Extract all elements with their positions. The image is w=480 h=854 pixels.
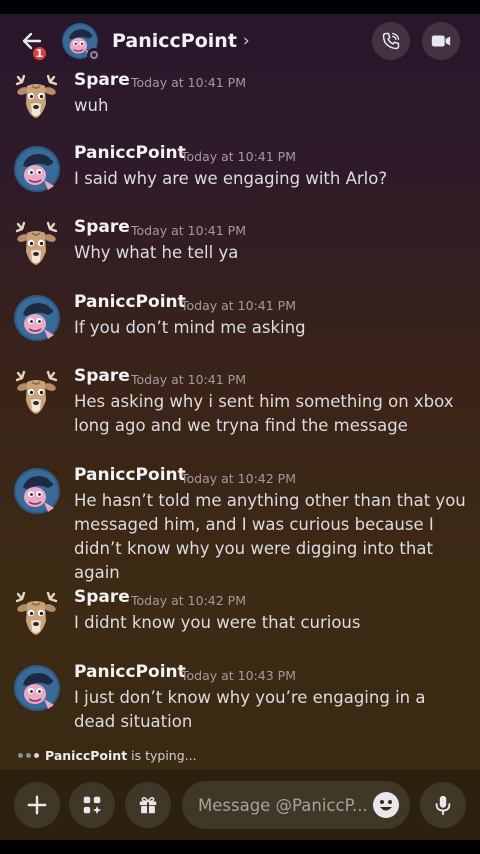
message-text: I didnt know you were that curious [74,613,361,632]
video-call-button[interactable] [422,22,460,60]
message-author[interactable]: Spare [74,587,130,607]
message-text: Why what he tell ya [74,243,239,262]
message-text: He hasn’t told me anything other than th… [74,491,466,582]
message-author[interactable]: PaniccPoint [74,465,186,485]
typing-user: PaniccPoint [45,748,128,763]
message-text: I said why are we engaging with Arlo? [74,169,388,188]
typing-suffix: is typing... [127,748,197,763]
message-timestamp: Today at 10:41 PM [131,372,246,387]
typing-indicator: PaniccPoint is typing... [18,748,197,763]
message-author[interactable]: Spare [74,70,130,90]
message-timestamp: Today at 10:41 PM [131,75,246,90]
message-text: Hes asking why i sent him something on x… [74,392,454,435]
spare-avatar[interactable] [14,591,60,637]
apps-icon [83,796,102,815]
offline-status-icon [87,48,101,62]
paniccpoint-avatar[interactable] [14,665,60,711]
message-timestamp: Today at 10:42 PM [181,471,296,486]
message-text: If you don’t mind me asking [74,318,306,337]
typing-dots-icon [18,753,39,758]
message-input[interactable] [198,795,368,815]
message-author[interactable]: PaniccPoint [74,143,186,163]
gift-button[interactable] [125,782,171,828]
message-text: wuh [74,96,109,115]
message-author[interactable]: PaniccPoint [74,292,186,312]
attach-button[interactable] [14,782,60,828]
header-title: PaniccPoint [112,30,237,52]
gift-icon [139,796,157,814]
chat-header: 1 PaniccPoint › [0,14,480,68]
voice-call-button[interactable] [372,22,410,60]
chevron-right-icon: › [242,31,250,51]
paniccpoint-avatar[interactable] [14,146,60,192]
unread-badge: 1 [31,45,48,62]
message-author[interactable]: Spare [74,217,130,237]
spare-avatar[interactable] [14,74,60,120]
spare-avatar[interactable] [14,370,60,416]
message-composer [0,770,480,840]
system-nav-bar [0,840,480,854]
message-timestamp: Today at 10:43 PM [181,668,296,683]
message-input-wrapper[interactable] [182,781,410,829]
apps-button[interactable] [69,782,115,828]
microphone-icon [435,795,451,816]
emoji-icon[interactable] [372,791,400,819]
spare-avatar[interactable] [14,221,60,267]
plus-icon [27,795,47,815]
message-timestamp: Today at 10:41 PM [181,149,296,164]
video-camera-icon [431,35,451,47]
message-text: I just don’t know why you’re engaging in… [74,688,426,731]
header-user-name[interactable]: PaniccPoint › [112,30,250,52]
message-timestamp: Today at 10:41 PM [131,223,246,238]
message-author[interactable]: PaniccPoint [74,662,186,682]
message-author[interactable]: Spare [74,366,130,386]
voice-message-button[interactable] [420,782,466,828]
back-button[interactable]: 1 [12,21,52,62]
dm-screen: 1 PaniccPoint › Spare Today at 10:41 PM … [0,14,480,840]
message-timestamp: Today at 10:41 PM [181,298,296,313]
paniccpoint-avatar[interactable] [14,468,60,514]
phone-call-icon [382,32,400,50]
paniccpoint-avatar[interactable] [14,295,60,341]
message-timestamp: Today at 10:42 PM [131,593,246,608]
header-avatar[interactable] [62,23,101,62]
